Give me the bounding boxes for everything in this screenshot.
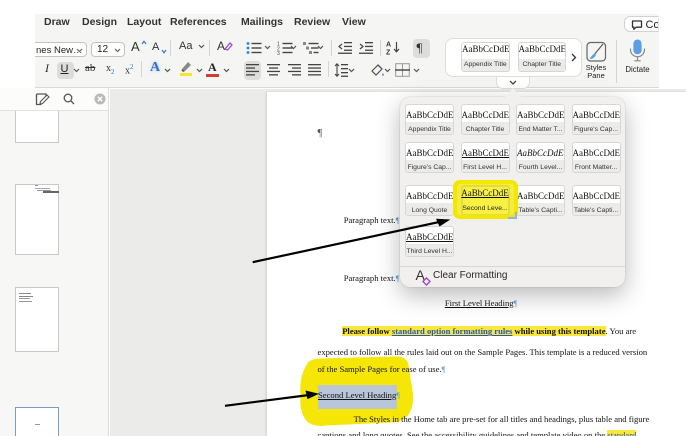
svg-text:3: 3 (277, 51, 280, 55)
svg-text:A: A (386, 42, 391, 49)
svg-text:Z: Z (386, 50, 391, 56)
